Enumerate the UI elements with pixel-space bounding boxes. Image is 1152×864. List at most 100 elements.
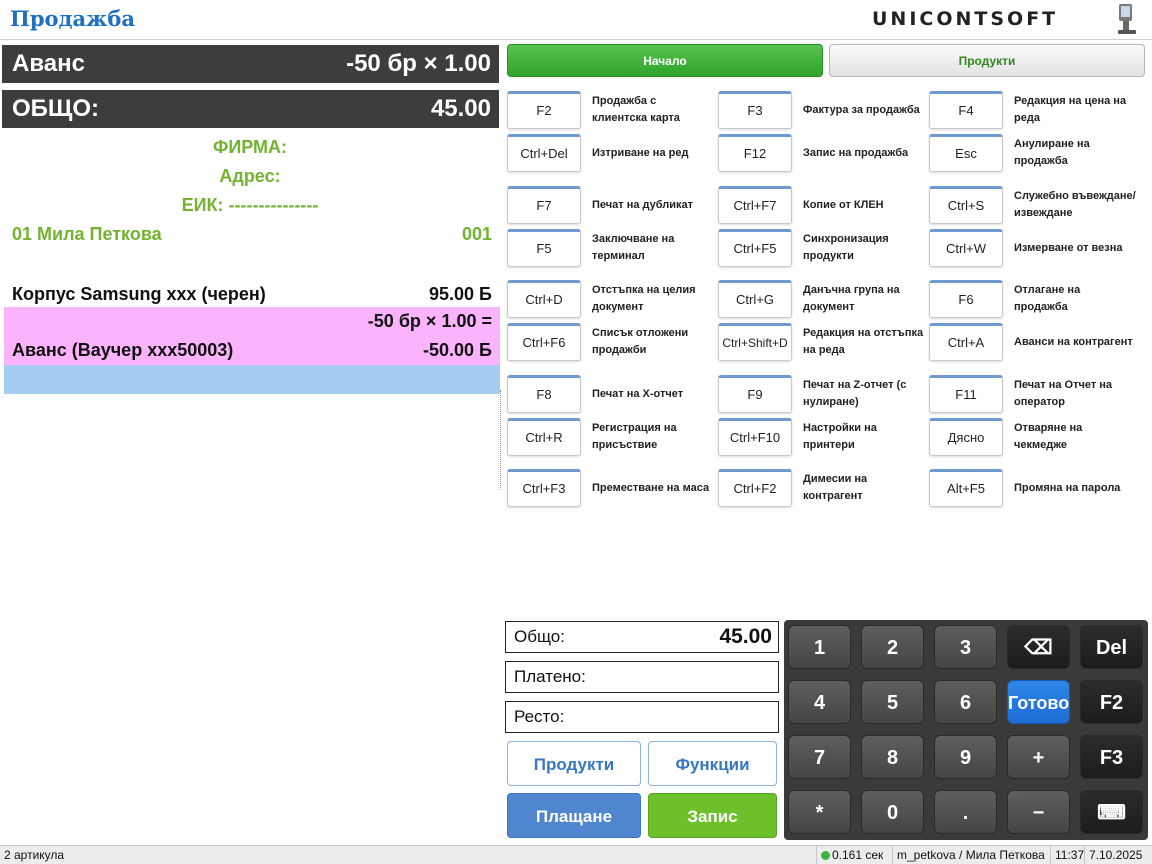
function-key-button[interactable]: Ctrl+F2 [718, 469, 792, 507]
function-key-button[interactable]: F3 [718, 91, 792, 129]
function-label[interactable]: Печат на Z-отчет (с нулиране) [803, 375, 925, 413]
function-shortcut[interactable]: Ctrl+F2 Димесии на контрагент [718, 469, 923, 509]
key-9[interactable]: 9 [934, 735, 997, 779]
plus-key[interactable]: + [1007, 735, 1070, 779]
f2-key[interactable]: F2 [1080, 680, 1143, 724]
minus-key[interactable]: − [1007, 790, 1070, 834]
function-shortcut[interactable]: Ctrl+Del Изтриване на ред [507, 134, 712, 174]
function-label[interactable]: Данъчна група на документ [803, 280, 925, 318]
function-label[interactable]: Настройки на принтери [803, 418, 925, 456]
function-shortcut[interactable]: F2 Продажба с клиентска карта [507, 91, 712, 131]
function-key-button[interactable]: F4 [929, 91, 1003, 129]
empty-input-row[interactable] [4, 365, 500, 394]
function-shortcut[interactable]: Ctrl+D Отстъпка на целия документ [507, 280, 712, 320]
function-label[interactable]: Синхронизация продукти [803, 229, 925, 267]
paid-field[interactable]: Платено: [505, 661, 779, 693]
function-shortcut[interactable]: F7 Печат на дубликат [507, 186, 712, 226]
function-shortcut[interactable]: Ctrl+F10 Настройки на принтери [718, 418, 923, 458]
function-label[interactable]: Отстъпка на целия документ [592, 280, 714, 318]
function-label[interactable]: Списък отложени продажби [592, 323, 714, 361]
function-shortcut[interactable]: F6 Отлагане на продажба [929, 280, 1134, 320]
function-shortcut[interactable]: Ctrl+F5 Синхронизация продукти [718, 229, 923, 269]
key-1[interactable]: 1 [788, 625, 851, 669]
function-label[interactable]: Аванси на контрагент [1014, 323, 1136, 361]
backspace-key[interactable]: ⌫ [1007, 625, 1070, 669]
decimal-key[interactable]: . [934, 790, 997, 834]
done-key[interactable]: Готово [1007, 680, 1070, 724]
function-label[interactable]: Печат на дубликат [592, 186, 714, 224]
function-label[interactable]: Отваряне на чекмедже [1014, 418, 1136, 456]
function-key-button[interactable]: Ctrl+S [929, 186, 1003, 224]
key-0[interactable]: 0 [861, 790, 924, 834]
function-label[interactable]: Отлагане на продажба [1014, 280, 1136, 318]
function-label[interactable]: Преместване на маса [592, 469, 714, 507]
pay-button[interactable]: Плащане [507, 793, 641, 838]
receipt-item[interactable]: Корпус Samsung xxx (черен) 95.00 Б [4, 282, 500, 306]
key-3[interactable]: 3 [934, 625, 997, 669]
function-shortcut[interactable]: Ctrl+G Данъчна група на документ [718, 280, 923, 320]
tab-start[interactable]: Начало [507, 44, 823, 77]
keyboard-icon[interactable]: ⌨ [1080, 790, 1143, 834]
function-label[interactable]: Печат на X-отчет [592, 375, 714, 413]
function-shortcut[interactable]: F11 Печат на Отчет на оператор [929, 375, 1134, 415]
function-key-button[interactable]: F7 [507, 186, 581, 224]
function-label[interactable]: Фактура за продажба [803, 91, 925, 129]
function-shortcut[interactable]: Ctrl+F6 Списък отложени продажби [507, 323, 712, 363]
function-shortcut[interactable]: F5 Заключване на терминал [507, 229, 712, 269]
function-label[interactable]: Печат на Отчет на оператор [1014, 375, 1136, 413]
function-label[interactable]: Заключване на терминал [592, 229, 714, 267]
function-label[interactable]: Промяна на парола [1014, 469, 1136, 507]
function-shortcut[interactable]: F12 Запис на продажба [718, 134, 923, 174]
function-label[interactable]: Редакция на отстъпка на реда [803, 323, 925, 361]
function-key-button[interactable]: F9 [718, 375, 792, 413]
function-key-button[interactable]: F8 [507, 375, 581, 413]
key-2[interactable]: 2 [861, 625, 924, 669]
function-shortcut[interactable]: Ctrl+Shift+D Редакция на отстъпка на реда [718, 323, 923, 363]
function-shortcut[interactable]: Ctrl+A Аванси на контрагент [929, 323, 1134, 363]
function-label[interactable]: Регистрация на присъствие [592, 418, 714, 456]
function-key-button[interactable]: F6 [929, 280, 1003, 318]
function-key-button[interactable]: F2 [507, 91, 581, 129]
function-label[interactable]: Анулиране на продажба [1014, 134, 1136, 172]
function-key-button[interactable]: Ctrl+Del [507, 134, 581, 172]
receipt-item-selected[interactable]: -50 бр × 1.00 = Аванс (Ваучер xxx50003) … [4, 307, 500, 365]
function-label[interactable]: Служебно въвеждане/извеждане [1014, 186, 1136, 224]
function-shortcut[interactable]: Ctrl+F7 Копие от КЛЕН [718, 186, 923, 226]
function-shortcut[interactable]: F9 Печат на Z-отчет (с нулиране) [718, 375, 923, 415]
delete-key[interactable]: Del [1080, 625, 1143, 669]
multiply-key[interactable]: * [788, 790, 851, 834]
function-key-button[interactable]: Ctrl+W [929, 229, 1003, 267]
function-key-button[interactable]: Ctrl+F3 [507, 469, 581, 507]
function-label[interactable]: Запис на продажба [803, 134, 925, 172]
f3-key[interactable]: F3 [1080, 735, 1143, 779]
save-button[interactable]: Запис [648, 793, 777, 838]
function-key-button[interactable]: Ctrl+D [507, 280, 581, 318]
function-key-button[interactable]: Ctrl+F6 [507, 323, 581, 361]
function-shortcut[interactable]: Ctrl+S Служебно въвеждане/извеждане [929, 186, 1136, 226]
function-shortcut[interactable]: F8 Печат на X-отчет [507, 375, 712, 415]
function-key-button[interactable]: Ctrl+A [929, 323, 1003, 361]
function-shortcut[interactable]: F4 Редакция на цена на реда [929, 91, 1134, 131]
function-key-button[interactable]: Ctrl+R [507, 418, 581, 456]
function-shortcut[interactable]: Ctrl+R Регистрация на присъствие [507, 418, 712, 458]
function-shortcut[interactable]: Alt+F5 Промяна на парола [929, 469, 1134, 509]
function-label[interactable]: Продажба с клиентска карта [592, 91, 714, 129]
function-key-button[interactable]: Ctrl+F5 [718, 229, 792, 267]
function-shortcut[interactable]: Ctrl+F3 Преместване на маса [507, 469, 712, 509]
key-7[interactable]: 7 [788, 735, 851, 779]
function-label[interactable]: Димесии на контрагент [803, 469, 925, 507]
function-key-button[interactable]: Alt+F5 [929, 469, 1003, 507]
function-key-button[interactable]: Ctrl+F7 [718, 186, 792, 224]
products-button[interactable]: Продукти [507, 741, 641, 786]
function-label[interactable]: Копие от КЛЕН [803, 186, 925, 224]
function-key-button[interactable]: Esc [929, 134, 1003, 172]
function-key-button[interactable]: F12 [718, 134, 792, 172]
function-key-button[interactable]: Дясно [929, 418, 1003, 456]
function-shortcut[interactable]: F3 Фактура за продажба [718, 91, 923, 131]
key-4[interactable]: 4 [788, 680, 851, 724]
functions-button[interactable]: Функции [648, 741, 777, 786]
function-key-button[interactable]: F5 [507, 229, 581, 267]
function-key-button[interactable]: F11 [929, 375, 1003, 413]
function-shortcut[interactable]: Ctrl+W Измерване от везна [929, 229, 1134, 269]
function-key-button[interactable]: Ctrl+F10 [718, 418, 792, 456]
